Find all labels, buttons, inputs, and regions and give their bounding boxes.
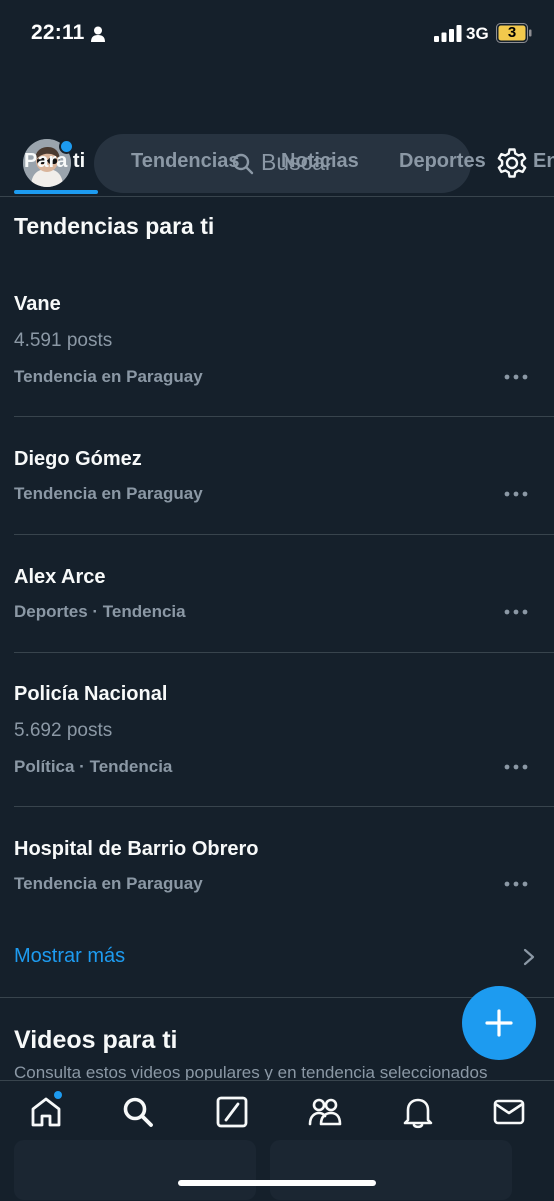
- trend-name: Hospital de Barrio Obrero: [14, 838, 259, 860]
- communities-icon[interactable]: [308, 1095, 342, 1129]
- trend-context: Tendencia en Paraguay: [14, 874, 203, 893]
- trend-name: Vane: [14, 293, 61, 315]
- video-thumbnail: [14, 1140, 256, 1200]
- video-thumbnail: [270, 1140, 512, 1200]
- trend-post-count: 5.692 posts: [14, 720, 113, 741]
- trend-context: Política · Tendencia: [14, 757, 173, 776]
- tab-noticias[interactable]: Noticias: [281, 150, 359, 173]
- active-tab-indicator: [14, 190, 98, 194]
- trend-name: Policía Nacional: [14, 683, 168, 705]
- section-title-trends: Tendencias para ti: [14, 213, 215, 239]
- status-bar: 22:11 3G 3: [0, 0, 554, 68]
- home-indicator: [178, 1180, 376, 1186]
- divider: [14, 534, 554, 535]
- person-icon: [91, 26, 105, 42]
- battery-level: 3: [507, 24, 517, 41]
- status-time: 22:11: [31, 21, 85, 44]
- more-options-icon[interactable]: [503, 372, 529, 382]
- signal-icon: [434, 25, 462, 42]
- divider: [14, 652, 554, 653]
- plus-icon: [485, 1009, 513, 1037]
- search-icon[interactable]: [121, 1095, 155, 1129]
- more-options-icon[interactable]: [503, 762, 529, 772]
- compose-button[interactable]: [462, 986, 536, 1060]
- messages-icon[interactable]: [492, 1095, 526, 1129]
- tab-tendencias[interactable]: Tendencias: [131, 150, 240, 173]
- more-options-icon[interactable]: [503, 489, 529, 499]
- trend-post-count: 4.591 posts: [14, 330, 113, 351]
- grok-icon[interactable]: [215, 1095, 249, 1129]
- trend-context: Deportes · Tendencia: [14, 602, 186, 621]
- divider: [14, 416, 554, 417]
- home-notification-dot: [54, 1091, 62, 1099]
- top-bar: Buscar: [0, 66, 554, 193]
- network-type: 3G: [466, 24, 489, 43]
- trend-context: Tendencia en Paraguay: [14, 484, 203, 503]
- trend-name: Diego Gómez: [14, 448, 142, 470]
- more-options-icon[interactable]: [503, 607, 529, 617]
- trend-context: Tendencia en Paraguay: [14, 367, 203, 386]
- trend-name: Alex Arce: [14, 566, 106, 588]
- battery-icon: 3: [496, 23, 532, 43]
- more-options-icon[interactable]: [503, 879, 529, 889]
- tab-entretenimiento[interactable]: En: [533, 150, 554, 173]
- show-more-link[interactable]: Mostrar más: [14, 945, 125, 968]
- home-icon[interactable]: [29, 1095, 63, 1129]
- chevron-right-icon[interactable]: [523, 948, 535, 966]
- tab-para-ti[interactable]: Para ti: [24, 150, 85, 173]
- section-title-videos: Videos para ti: [14, 1026, 178, 1054]
- tab-deportes[interactable]: Deportes: [399, 150, 486, 173]
- notifications-icon[interactable]: [401, 1095, 435, 1129]
- divider: [14, 806, 554, 807]
